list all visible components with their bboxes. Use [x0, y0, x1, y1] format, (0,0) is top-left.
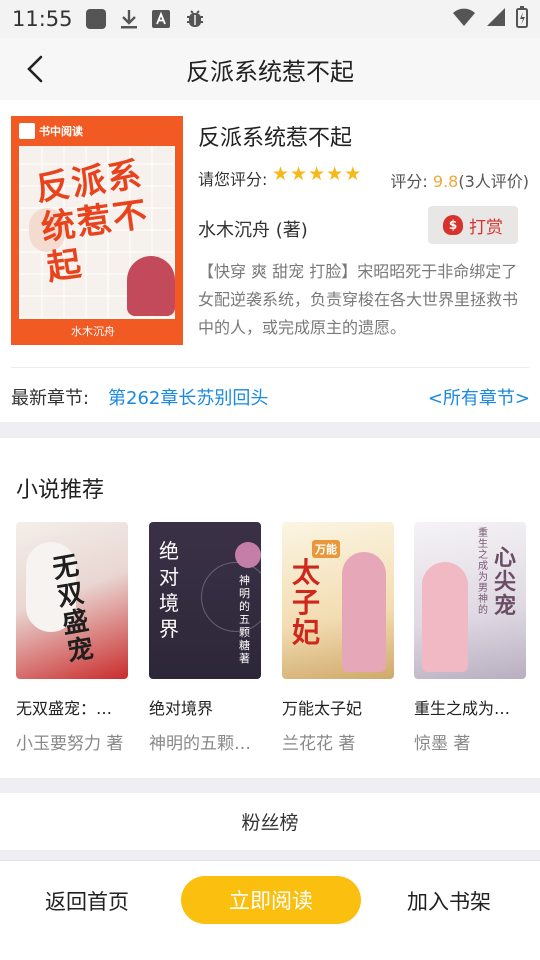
star-icon[interactable]: ★: [308, 164, 325, 184]
all-chapters-link[interactable]: <所有章节>: [428, 384, 530, 410]
cover-art-text: 心尖宠: [494, 545, 517, 619]
recommend-item[interactable]: 万能 太子妃 万能太子妃 兰花花 著: [282, 522, 394, 754]
cover-logo: 书中阅读: [19, 122, 83, 140]
cover-art-small: 重生之成为男神的: [478, 528, 488, 616]
back-button[interactable]: [18, 52, 52, 86]
recommend-name: 万能太子妃: [282, 699, 363, 718]
status-bar: 11:55: [0, 0, 540, 38]
rate-label: 请您评分:: [198, 170, 268, 189]
latest-chapter-label: 最新章节:: [11, 388, 90, 409]
cover-art-text: 绝对境界: [159, 539, 179, 641]
score-label: 评分:: [390, 172, 428, 191]
add-to-shelf-button[interactable]: 加入书架: [407, 886, 491, 916]
download-icon: [119, 8, 139, 30]
cover-logo-text: 书中阅读: [39, 125, 83, 138]
book-info-card: 书中阅读 反派系统惹不起 水木沉舟 反派系统惹不起 请您评分: ★ ★ ★ ★ …: [0, 100, 540, 422]
star-icon[interactable]: ★: [344, 164, 361, 184]
money-bag-icon: $: [443, 215, 463, 235]
book-cover[interactable]: 书中阅读 反派系统惹不起 水木沉舟: [11, 116, 183, 345]
recommend-section: 小说推荐 无双盛宠 无双盛宠：… 小玉要努力 著 绝对境界 神明的五颗糖 著 绝…: [0, 438, 540, 778]
score-text: 评分: 9.8(3人评价): [390, 168, 529, 192]
recommend-cover[interactable]: 重生之成为男神的 心尖宠: [414, 522, 526, 679]
recommend-item[interactable]: 绝对境界 神明的五颗糖 著 绝对境界 神明的五颗…: [149, 522, 261, 754]
star-icon[interactable]: ★: [326, 164, 343, 184]
fans-ranking-label: 粉丝榜: [241, 812, 299, 834]
recommend-cover[interactable]: 无双盛宠: [16, 522, 128, 679]
recommend-author: 兰花花 著: [282, 734, 356, 754]
reward-label: 打赏: [469, 217, 503, 238]
status-time: 11:55: [12, 7, 73, 31]
battery-charging-icon: [516, 6, 528, 32]
recommend-name: 绝对境界: [149, 699, 214, 718]
recommend-author: 神明的五颗…: [149, 734, 251, 754]
app-square-icon: [85, 8, 107, 30]
fans-ranking-tab[interactable]: 粉丝榜: [0, 793, 540, 850]
book-author: 水木沉舟 (著): [198, 220, 308, 241]
cover-art-subtext: 神明的五颗糖 著: [239, 574, 250, 665]
bottom-action-bar: 返回首页 立即阅读 加入书架: [0, 860, 540, 960]
read-now-button[interactable]: 立即阅读: [181, 876, 361, 924]
chevron-left-icon: [27, 55, 43, 83]
recommend-author: 小玉要努力 著: [16, 734, 124, 754]
home-button[interactable]: 返回首页: [45, 886, 129, 916]
reward-button[interactable]: $ 打赏: [428, 206, 518, 244]
cover-art-text: 太子妃: [292, 556, 321, 649]
book-title: 反派系统惹不起: [198, 126, 353, 151]
cover-title-text: 反派系统惹不起: [33, 154, 152, 289]
page-title: 反派系统惹不起: [186, 57, 354, 86]
recommend-author: 惊墨 著: [414, 734, 471, 754]
book-description: 【快穿 爽 甜宠 打脸】宋昭昭死于非命绑定了女配逆袭系统，负责穿梭在各大世界里拯…: [198, 262, 519, 337]
divider: [11, 367, 529, 368]
recommend-item[interactable]: 无双盛宠 无双盛宠：… 小玉要努力 著: [16, 522, 128, 754]
recommend-name: 无双盛宠：…: [16, 699, 113, 718]
book-logo-icon: [19, 123, 35, 139]
bug-icon: [183, 7, 207, 31]
recommend-name: 重生之成为…: [414, 699, 511, 718]
recommend-item[interactable]: 重生之成为男神的 心尖宠 重生之成为… 惊墨 著: [414, 522, 526, 754]
recommend-cover[interactable]: 绝对境界 神明的五颗糖 著: [149, 522, 261, 679]
cover-author-text: 水木沉舟: [71, 325, 115, 338]
latest-chapter-link[interactable]: 第262章长苏别回头: [108, 384, 268, 410]
rating-stars[interactable]: ★ ★ ★ ★ ★: [272, 164, 361, 184]
signal-icon: [486, 7, 506, 31]
nav-bar: 反派系统惹不起: [0, 38, 540, 100]
cover-art-text: 无双盛宠: [50, 550, 96, 668]
star-icon[interactable]: ★: [290, 164, 307, 184]
star-icon[interactable]: ★: [272, 164, 289, 184]
recommend-cover[interactable]: 万能 太子妃: [282, 522, 394, 679]
recommend-title: 小说推荐: [16, 478, 105, 503]
score-count: (3人评价): [458, 172, 529, 191]
score-value: 9.8: [432, 172, 459, 191]
font-a-icon: [151, 9, 171, 29]
wifi-icon: [452, 7, 476, 31]
